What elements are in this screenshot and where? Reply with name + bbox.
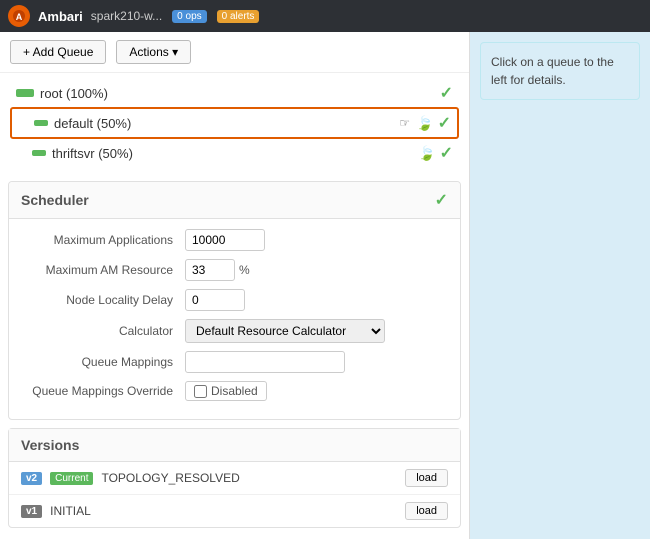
disabled-checkbox[interactable] xyxy=(194,385,207,398)
left-panel: + Add Queue Actions ▾ root (100%) ✓ defa… xyxy=(0,32,470,539)
version-row-v2: v2 Current TOPOLOGY_RESOLVED load xyxy=(9,462,460,495)
max-applications-row: Maximum Applications xyxy=(25,229,444,251)
max-am-resource-input[interactable] xyxy=(185,259,235,281)
queue-label-root: root (100%) xyxy=(40,86,434,101)
scheduler-check-icon: ✓ xyxy=(435,190,448,210)
queue-row-root[interactable]: root (100%) ✓ xyxy=(10,79,459,107)
leaf-icon-thriftsvr: 🍃 xyxy=(418,145,435,162)
queue-mappings-row: Queue Mappings xyxy=(25,351,444,373)
scheduler-section: Scheduler ✓ Maximum Applications Maximum… xyxy=(8,181,461,420)
svg-text:A: A xyxy=(16,12,23,22)
queue-indicator-root xyxy=(16,89,34,97)
max-am-resource-row: Maximum AM Resource % xyxy=(25,259,444,281)
queue-list: root (100%) ✓ default (50%) ☞ 🍃 ✓ thrift… xyxy=(0,73,469,173)
check-icon-default: ✓ xyxy=(438,113,451,133)
navbar: A Ambari spark210-w... 0 ops 0 alerts xyxy=(0,0,650,32)
v1-badge: v1 xyxy=(21,505,42,518)
queue-indicator-thriftsvr xyxy=(32,150,46,156)
scheduler-title: Scheduler xyxy=(21,192,89,208)
leaf-icon-default: 🍃 xyxy=(416,115,433,132)
max-applications-label: Maximum Applications xyxy=(25,233,185,247)
check-icon-root: ✓ xyxy=(440,83,453,103)
max-applications-input[interactable] xyxy=(185,229,265,251)
app-name: Ambari xyxy=(38,9,83,24)
cursor-icon: ☞ xyxy=(399,116,410,130)
node-locality-row: Node Locality Delay xyxy=(25,289,444,311)
queue-row-default[interactable]: default (50%) ☞ 🍃 ✓ xyxy=(10,107,459,139)
calculator-row: Calculator Default Resource Calculator D… xyxy=(25,319,444,343)
actions-button[interactable]: Actions ▾ xyxy=(116,40,191,64)
alerts-badge[interactable]: 0 alerts xyxy=(217,10,260,23)
hint-text: Click on a queue to the left for details… xyxy=(491,55,614,87)
queue-mappings-input[interactable] xyxy=(185,351,345,373)
queue-label-default: default (50%) xyxy=(54,116,393,131)
queue-icons-default: 🍃 ✓ xyxy=(416,113,451,133)
app-logo: A xyxy=(8,5,30,27)
ops-badge[interactable]: 0 ops xyxy=(172,10,206,23)
queue-indicator-default xyxy=(34,120,48,126)
versions-section: Versions v2 Current TOPOLOGY_RESOLVED lo… xyxy=(8,428,461,528)
scheduler-body: Maximum Applications Maximum AM Resource… xyxy=(9,219,460,419)
queue-mappings-override-label: Queue Mappings Override xyxy=(25,384,185,398)
calculator-label: Calculator xyxy=(25,324,185,338)
versions-title: Versions xyxy=(21,437,79,453)
node-locality-label: Node Locality Delay xyxy=(25,293,185,307)
version-row-v1: v1 INITIAL load xyxy=(9,495,460,527)
check-icon-thriftsvr: ✓ xyxy=(440,143,453,163)
calculator-select[interactable]: Default Resource Calculator Dominant Res… xyxy=(185,319,385,343)
queue-icons-thriftsvr: 🍃 ✓ xyxy=(418,143,453,163)
queue-row-thriftsvr[interactable]: thriftsvr (50%) 🍃 ✓ xyxy=(10,139,459,167)
ambari-logo-icon: A xyxy=(12,9,26,23)
scheduler-header: Scheduler ✓ xyxy=(9,182,460,219)
v1-load-button[interactable]: load xyxy=(405,502,448,520)
main-container: + Add Queue Actions ▾ root (100%) ✓ defa… xyxy=(0,32,650,539)
add-queue-button[interactable]: + Add Queue xyxy=(10,40,106,64)
queue-icons-root: ✓ xyxy=(440,83,453,103)
queue-label-thriftsvr: thriftsvr (50%) xyxy=(52,146,412,161)
am-resource-unit: % xyxy=(239,263,250,277)
hint-box: Click on a queue to the left for details… xyxy=(480,42,640,100)
v2-load-button[interactable]: load xyxy=(405,469,448,487)
max-am-resource-label: Maximum AM Resource xyxy=(25,263,185,277)
queue-mappings-label: Queue Mappings xyxy=(25,355,185,369)
disabled-checkbox-label[interactable]: Disabled xyxy=(185,381,267,401)
v1-version-name: INITIAL xyxy=(50,504,397,518)
node-locality-input[interactable] xyxy=(185,289,245,311)
queue-mappings-override-row: Queue Mappings Override Disabled xyxy=(25,381,444,401)
cluster-name: spark210-w... xyxy=(91,9,162,23)
v2-version-name: TOPOLOGY_RESOLVED xyxy=(101,471,397,485)
queue-toolbar: + Add Queue Actions ▾ xyxy=(0,32,469,73)
disabled-label: Disabled xyxy=(211,384,258,398)
v2-badge: v2 xyxy=(21,472,42,485)
current-badge: Current xyxy=(50,472,93,485)
right-panel: Click on a queue to the left for details… xyxy=(470,32,650,539)
versions-header: Versions xyxy=(9,429,460,462)
